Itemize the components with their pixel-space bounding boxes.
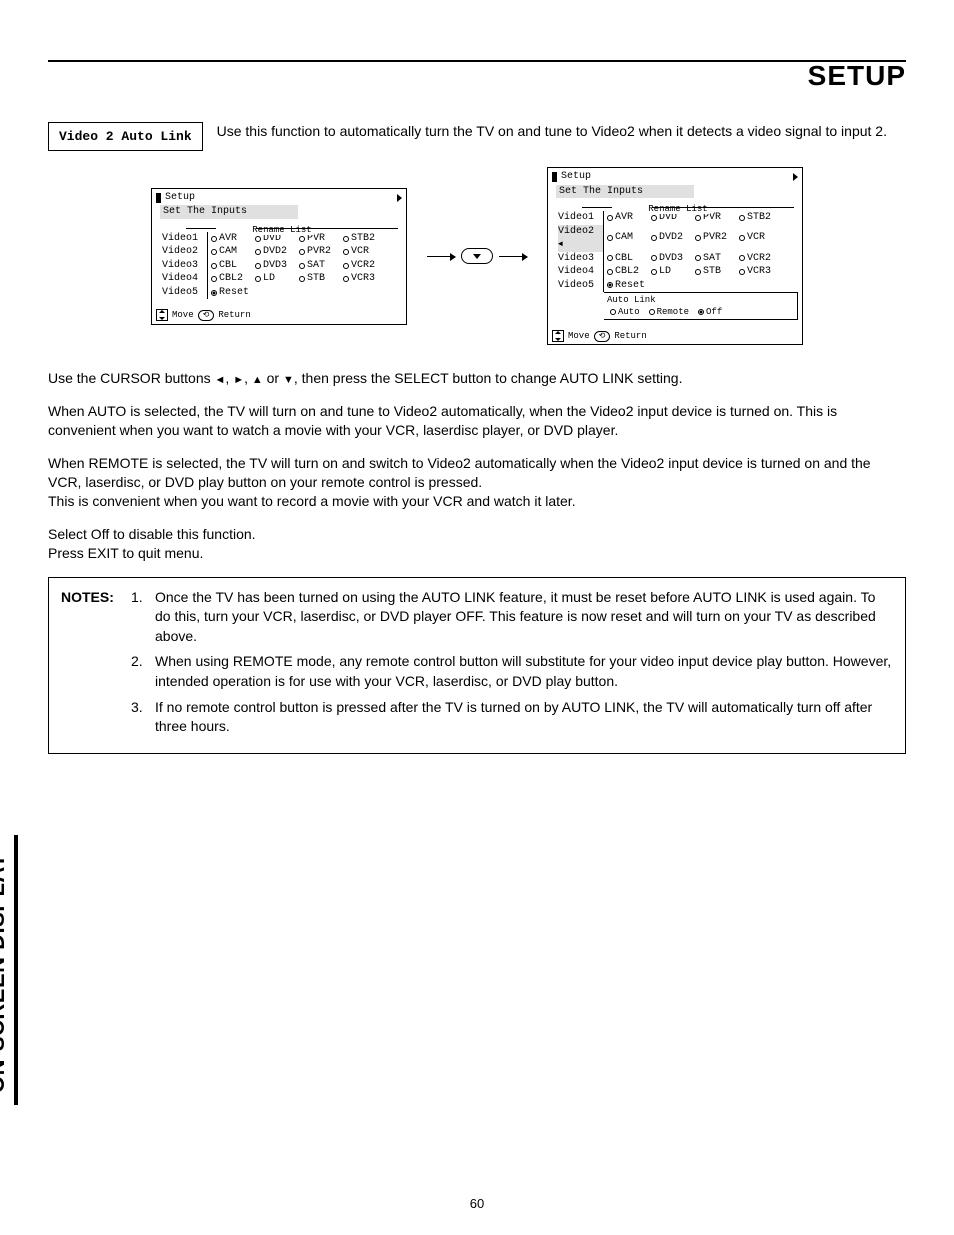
video4-label: Video4 [162,272,208,286]
video5-label: Video5 [162,286,208,300]
para-off-exit: Select Off to disable this function. Pre… [48,525,906,563]
page-number: 60 [0,1196,954,1211]
instruction-cursor: Use the CURSOR buttons ◄, ►, ▲ or ▼, the… [48,369,906,388]
return-key-icon: ⟲ [198,310,215,321]
osd-screen-video2-selected: Setup Set The Inputs Rename List Video1 … [547,167,803,345]
para-remote: When REMOTE is selected, the TV will tur… [48,454,906,511]
chevron-right-icon [397,194,402,202]
flow-arrow [427,248,527,264]
feature-description: Use this function to automatically turn … [217,122,906,141]
para-auto: When AUTO is selected, the TV will turn … [48,402,906,440]
page-title: SETUP [808,60,906,92]
cursor-down-key-icon [461,248,493,264]
video2-label: Video2 [162,245,208,259]
arrow-up-down-icon [156,309,168,321]
note-2: When using REMOTE mode, any remote contr… [155,652,893,691]
return-key-icon: ⟲ [594,331,611,342]
note-1: Once the TV has been turned on using the… [155,588,893,647]
notes-label: NOTES: [61,588,131,647]
side-tab: ON-SCREEN DISPLAY [0,835,18,1105]
chevron-right-icon [793,173,798,181]
arrow-up-down-icon [552,330,564,342]
video3-label: Video3 [162,259,208,273]
auto-link-submenu: Auto Link Auto Remote Off [604,292,798,320]
notes-box: NOTES: 1. Once the TV has been turned on… [48,577,906,754]
video2-highlighted: Video2 ◄ [558,225,604,252]
feature-name-box: Video 2 Auto Link [48,122,203,151]
osd-screen-initial: Setup Set The Inputs Rename List Video1 … [151,188,407,325]
note-3: If no remote control button is pressed a… [155,698,893,737]
video1-label: Video1 [162,232,208,246]
